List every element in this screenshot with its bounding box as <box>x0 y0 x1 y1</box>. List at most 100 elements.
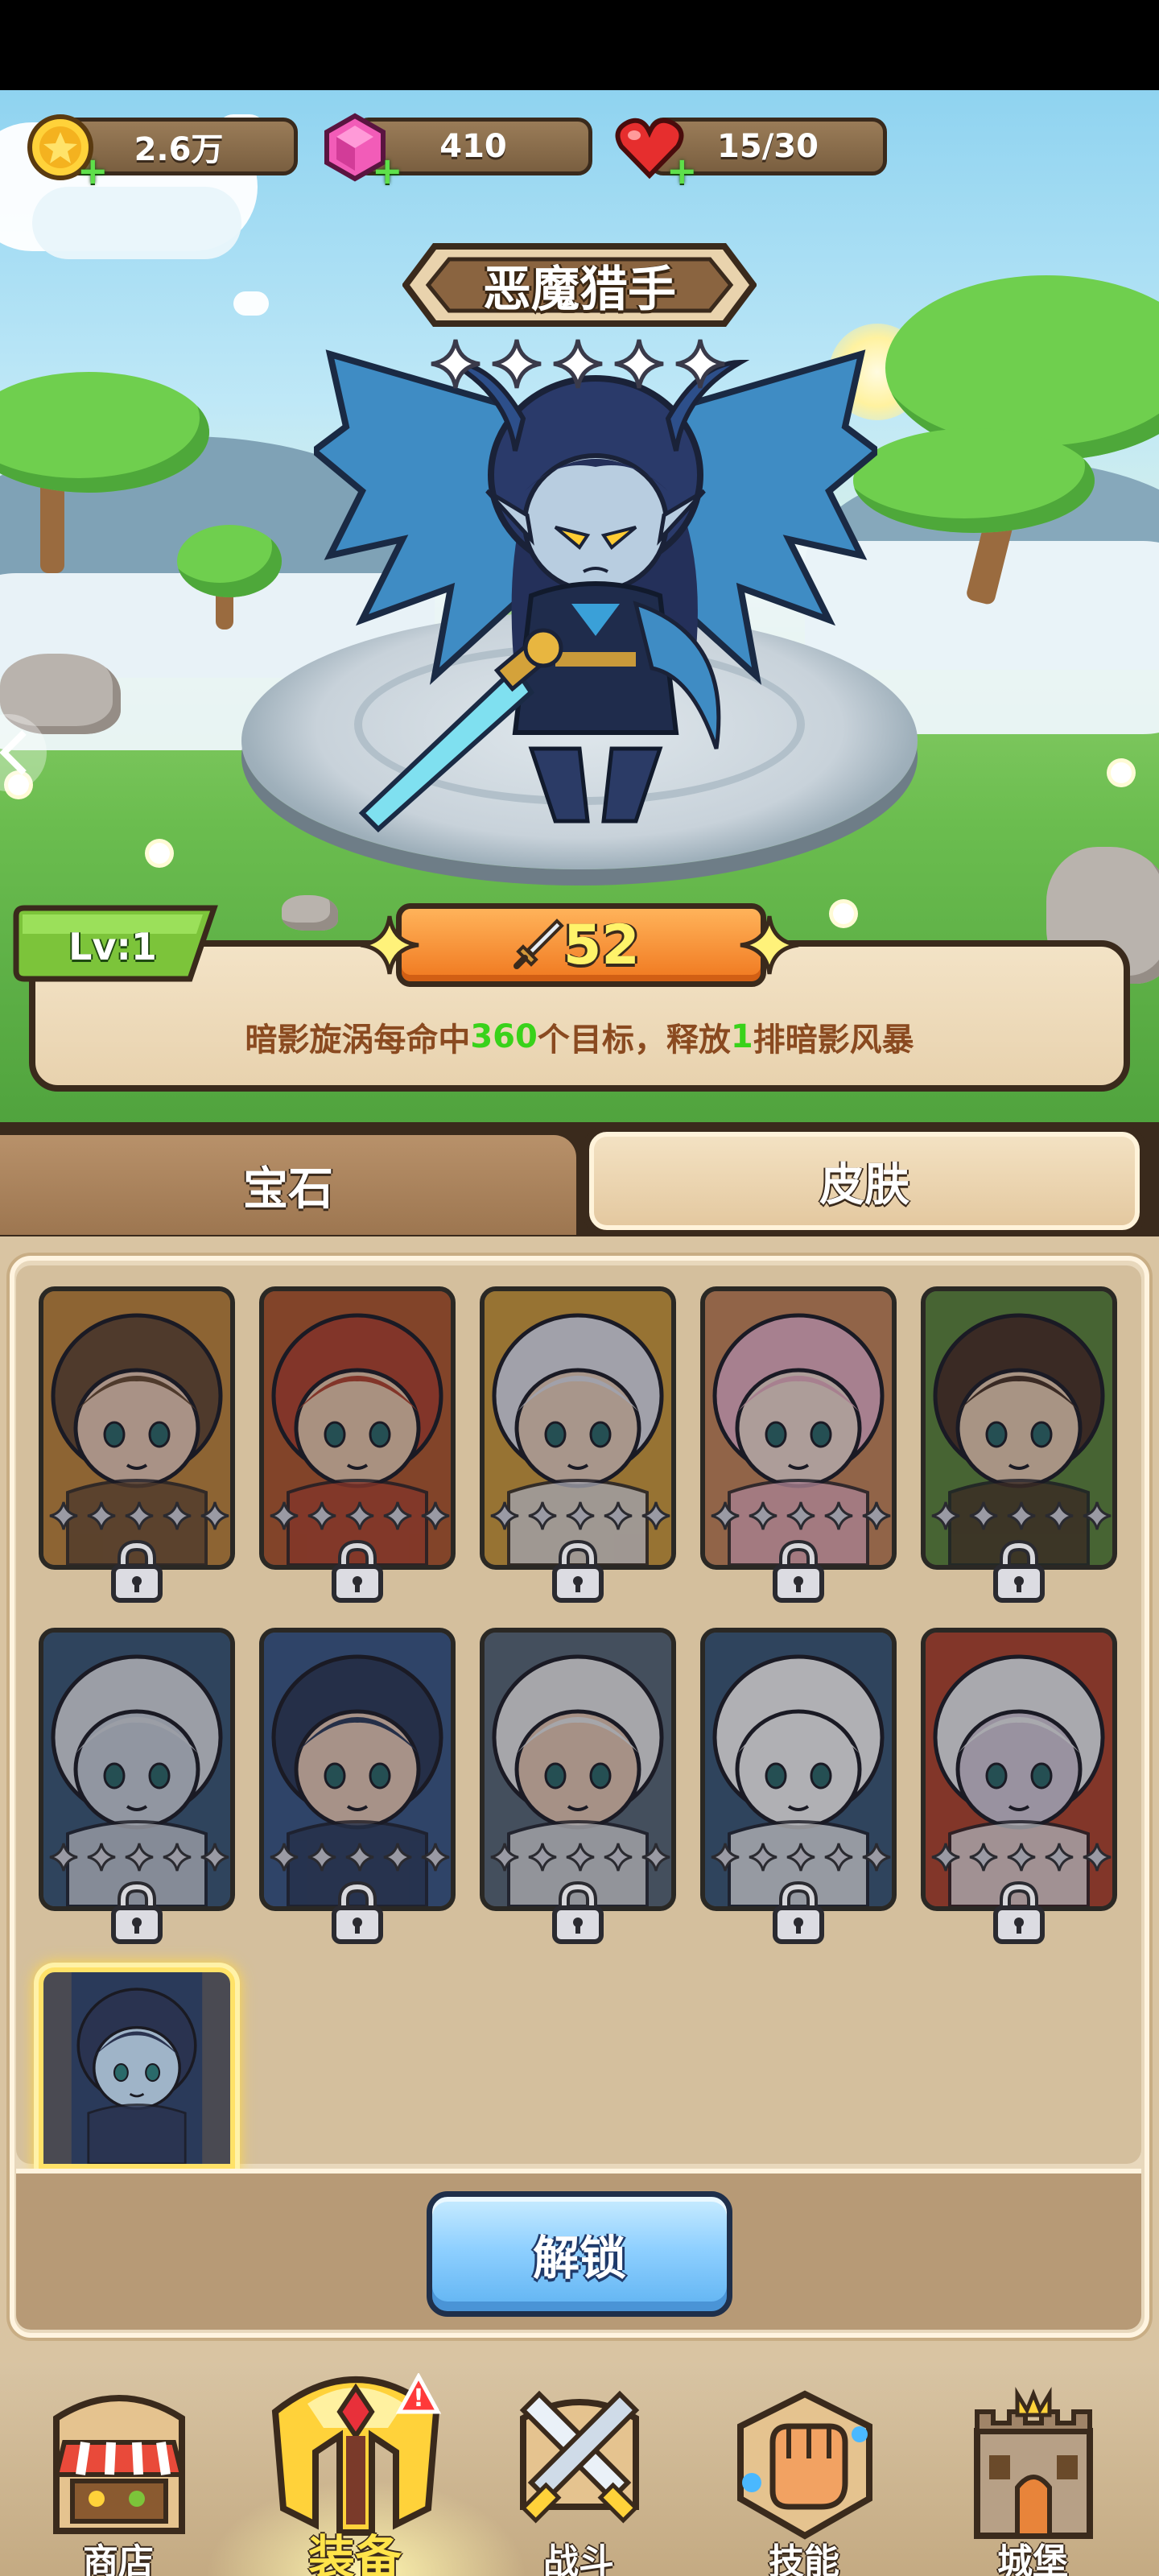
empty-star-icon <box>823 1501 854 1531</box>
star-icon <box>492 339 542 389</box>
nav-shop-label: 商店 <box>83 2541 154 2576</box>
empty-star-icon <box>307 1501 337 1531</box>
nav-castle[interactable]: 城堡 <box>940 2375 1125 2576</box>
alert-badge: ! <box>413 2384 424 2413</box>
star-icon <box>614 339 664 389</box>
description-text: 排暗影风暴 <box>753 1022 914 1059</box>
empty-star-icon <box>162 1501 192 1531</box>
star-icon <box>553 339 603 389</box>
skin-card[interactable] <box>480 1286 676 1570</box>
skin-card[interactable] <box>259 1286 456 1570</box>
skin-card[interactable] <box>480 1628 676 1911</box>
skin-card[interactable] <box>700 1286 897 1570</box>
nav-battle[interactable]: 战斗 <box>486 2375 671 2576</box>
skin-star-slots <box>710 1501 892 1533</box>
empty-star-icon <box>1082 1842 1112 1872</box>
skin-card[interactable] <box>921 1628 1117 1911</box>
empty-star-icon <box>489 1842 520 1872</box>
empty-star-icon <box>1006 1501 1037 1531</box>
skin-star-slots <box>48 1842 230 1874</box>
shop-icon <box>53 2395 185 2534</box>
skin-card[interactable] <box>921 1286 1117 1570</box>
add-stamina-button[interactable]: + <box>666 152 698 189</box>
skin-card[interactable] <box>39 1628 235 1911</box>
stamina-value: 15/30 <box>717 128 819 165</box>
empty-star-icon <box>641 1501 671 1531</box>
empty-star-icon <box>748 1501 778 1531</box>
skin-card[interactable] <box>39 1286 235 1570</box>
previous-hero-arrow-icon[interactable] <box>0 708 48 797</box>
description-text: 暗影旋涡每命中 <box>245 1022 471 1059</box>
skin-card[interactable] <box>700 1628 897 1911</box>
empty-star-icon <box>527 1501 558 1531</box>
empty-star-icon <box>748 1842 778 1872</box>
empty-star-icon <box>48 1842 79 1872</box>
empty-star-icon <box>420 1842 451 1872</box>
lock-icon <box>111 1880 163 1944</box>
lock-icon <box>332 1539 383 1603</box>
empty-star-icon <box>48 1501 79 1531</box>
empty-star-icon <box>565 1501 596 1531</box>
lock-icon <box>552 1880 604 1944</box>
skin-star-slots <box>269 1501 451 1533</box>
empty-star-icon <box>565 1842 596 1872</box>
gold-value: 2.6万 <box>134 131 224 168</box>
empty-star-icon <box>786 1842 816 1872</box>
skin-card[interactable] <box>39 1967 235 2169</box>
empty-star-icon <box>86 1501 117 1531</box>
empty-star-icon <box>420 1501 451 1531</box>
skin-star-slots <box>48 1501 230 1533</box>
nav-skills[interactable]: 技能 <box>711 2375 897 2576</box>
tab-skins[interactable]: 皮肤 <box>583 1125 1146 1236</box>
empty-star-icon <box>861 1842 892 1872</box>
lock-icon <box>773 1880 824 1944</box>
empty-star-icon <box>710 1501 740 1531</box>
empty-star-icon <box>269 1501 299 1531</box>
description-number: 1 <box>730 1018 753 1055</box>
description-text: 个目标，释放 <box>537 1022 731 1059</box>
gem-value: 410 <box>439 128 507 165</box>
tab-skins-label: 皮肤 <box>819 1158 909 1212</box>
nav-shop[interactable]: 商店 <box>26 2375 211 2576</box>
nav-skills-label: 技能 <box>769 2541 839 2576</box>
empty-star-icon <box>603 1842 633 1872</box>
tab-gems[interactable]: 宝石 <box>0 1135 576 1235</box>
unlock-button[interactable]: 解锁 <box>427 2191 732 2317</box>
sword-icon <box>514 919 564 969</box>
sparkle-icon <box>740 915 799 975</box>
crossed-swords-icon <box>519 2390 640 2524</box>
empty-star-icon <box>124 1501 155 1531</box>
empty-star-icon <box>1006 1842 1037 1872</box>
lock-icon <box>993 1539 1045 1603</box>
empty-star-icon <box>968 1842 999 1872</box>
castle-icon <box>974 2386 1093 2539</box>
nav-equipment-label: 装备 <box>307 2530 402 2576</box>
skin-star-slots <box>269 1842 451 1874</box>
lock-icon <box>552 1539 604 1603</box>
empty-star-icon <box>968 1501 999 1531</box>
skin-card[interactable] <box>259 1628 456 1911</box>
empty-star-icon <box>382 1501 413 1531</box>
lock-icon <box>773 1539 824 1603</box>
empty-star-icon <box>124 1842 155 1872</box>
add-gems-button[interactable]: + <box>372 152 403 189</box>
game-screen: 2.6万 + 410 + 15/30 + 恶魔猎手 Lv:1 52 暗影旋涡每命… <box>0 0 1159 2576</box>
nav-equipment[interactable]: ! 装备 <box>254 2349 456 2576</box>
power-value: 52 <box>563 913 640 977</box>
empty-star-icon <box>1044 1501 1074 1531</box>
demon-hunter-hero-art <box>314 349 877 833</box>
unlock-button-label: 解锁 <box>532 2231 626 2285</box>
fist-skill-icon <box>737 2390 872 2540</box>
empty-star-icon <box>200 1501 230 1531</box>
skill-description: 暗影旋涡每命中 360 个目标，释放 1 排暗影风暴 <box>48 1005 1111 1069</box>
empty-star-icon <box>603 1501 633 1531</box>
empty-star-icon <box>786 1501 816 1531</box>
empty-star-icon <box>930 1501 961 1531</box>
skin-star-slots <box>710 1842 892 1874</box>
empty-star-icon <box>861 1501 892 1531</box>
nav-castle-label: 城堡 <box>997 2541 1068 2576</box>
add-gold-button[interactable]: + <box>77 152 109 189</box>
empty-star-icon <box>86 1842 117 1872</box>
tab-gems-label: 宝石 <box>243 1162 333 1216</box>
empty-star-icon <box>200 1842 230 1872</box>
